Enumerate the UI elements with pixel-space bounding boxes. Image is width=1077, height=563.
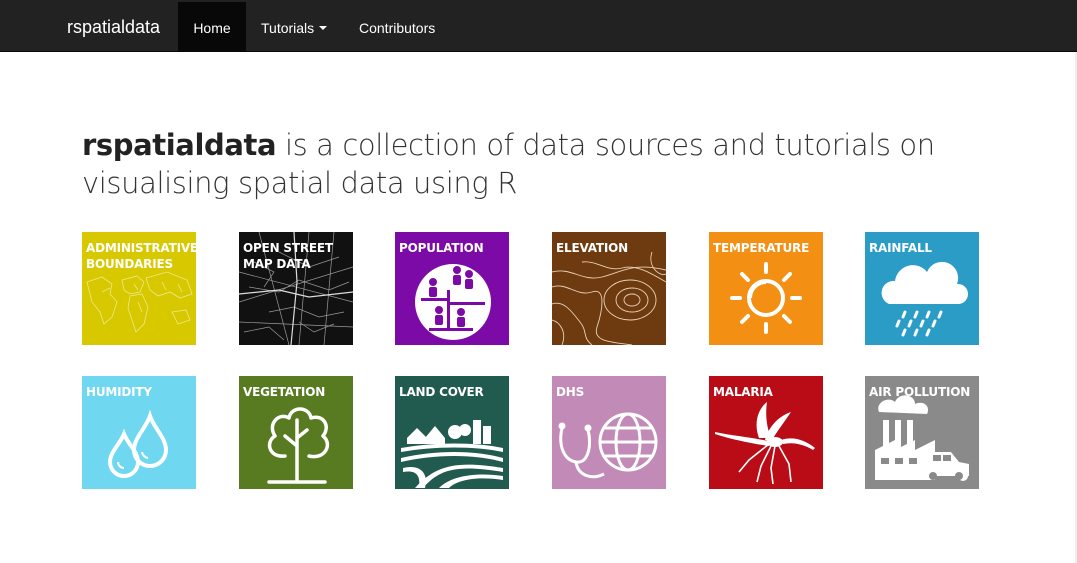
tile-rainfall[interactable]: RAINFALL [865, 232, 979, 345]
tile-label: RAINFALL [869, 241, 932, 255]
tile-label: ELEVATION [556, 241, 628, 255]
tile-label: LAND COVER [399, 385, 484, 399]
tile-land-cover[interactable]: LAND COVER [395, 376, 509, 489]
headline-brand: rspatialdata [82, 128, 277, 162]
tile-label: POPULATION [399, 241, 484, 255]
tile-air-pollution[interactable]: AIR POLLUTION [865, 376, 979, 489]
tile-label: TEMPERATURE [713, 241, 810, 255]
tile-label: OPEN STREET MAP DATA [243, 241, 333, 271]
nav-home[interactable]: Home [178, 2, 246, 52]
nav-tutorials-label: Tutorials [261, 20, 315, 36]
tile-malaria[interactable]: MALARIA [709, 376, 823, 489]
tile-label: DHS [556, 385, 585, 399]
tile-administrative-boundaries[interactable]: ADMINISTRATIVE BOUNDARIES [82, 232, 196, 345]
tile-dhs[interactable]: DHS [552, 376, 666, 489]
tile-label: VEGETATION [243, 385, 326, 399]
tile-humidity[interactable]: HUMIDITY [82, 376, 196, 489]
tile-label: AIR POLLUTION [869, 385, 971, 399]
tile-vegetation[interactable]: VEGETATION [239, 376, 353, 489]
headline-line2: visualising spatial data using R [82, 166, 517, 200]
page-headline: rspatialdata is a collection of data sou… [82, 126, 982, 202]
nav-tutorials-dropdown[interactable]: Tutorials [261, 2, 328, 52]
tile-label: ADMINISTRATIVE BOUNDARIES [86, 241, 196, 271]
brand-link[interactable]: rspatialdata [67, 0, 160, 52]
tile-elevation[interactable]: ELEVATION [552, 232, 666, 345]
caret-down-icon [319, 26, 328, 31]
tile-open-street-map-data[interactable]: OPEN STREET MAP DATA [239, 232, 353, 345]
tile-temperature[interactable]: TEMPERATURE [709, 232, 823, 345]
navbar: rspatialdata Home Tutorials Contributors [0, 0, 1077, 52]
headline-line1: is a collection of data sources and tuto… [276, 128, 935, 162]
tile-label: HUMIDITY [86, 385, 152, 399]
nav-contributors[interactable]: Contributors [359, 2, 435, 52]
tile-label: MALARIA [713, 385, 773, 399]
tile-population[interactable]: POPULATION [395, 232, 509, 345]
